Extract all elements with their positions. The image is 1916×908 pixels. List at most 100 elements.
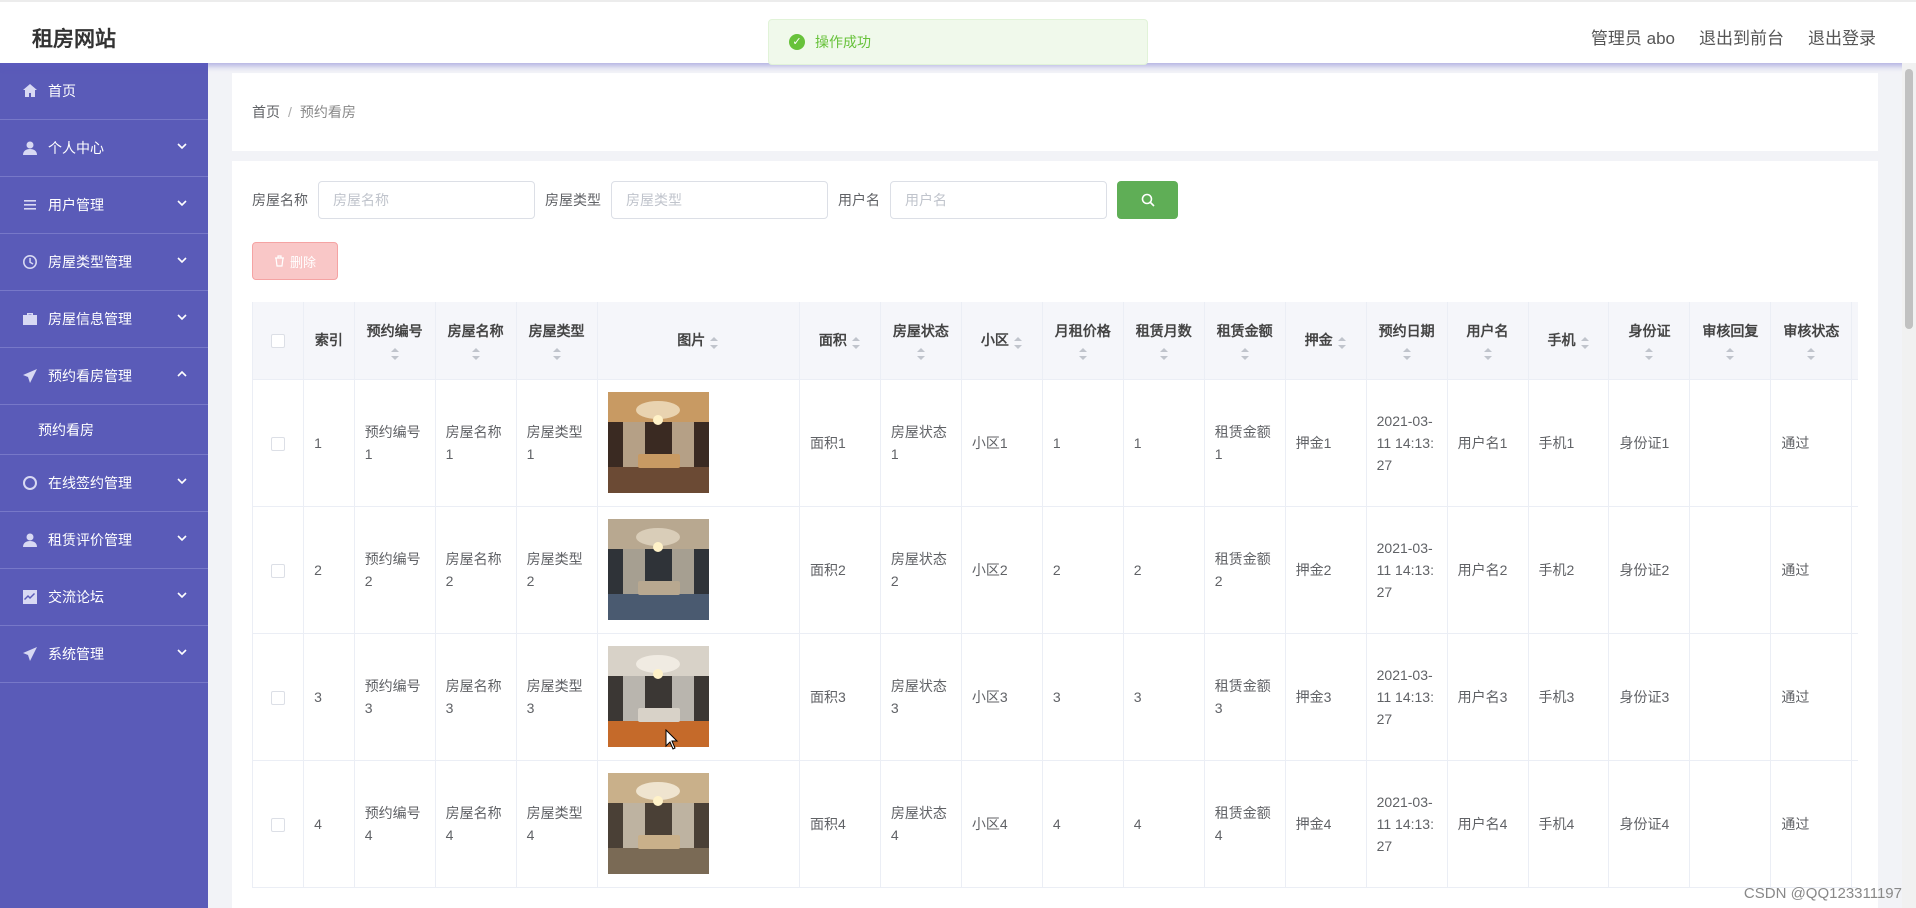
column-header-label: 房屋类型 (528, 323, 585, 340)
delete-button[interactable]: 删除 (252, 242, 338, 280)
sidebar-item-0[interactable]: 首页 (0, 63, 208, 120)
sort-icon[interactable] (471, 347, 481, 361)
cell-name: 房屋名称3 (435, 633, 517, 761)
column-header[interactable]: 审核状态 (1770, 302, 1853, 380)
logout-link[interactable]: 退出登录 (1808, 24, 1876, 49)
column-header[interactable]: 租赁金额 (1204, 302, 1286, 380)
cell-audit: 通过 (1770, 633, 1853, 761)
sort-icon[interactable] (1337, 336, 1347, 349)
sidebar-item-4[interactable]: 房屋信息管理 (0, 291, 208, 348)
room-photo[interactable] (607, 773, 709, 874)
column-header[interactable]: 预约日期 (1366, 302, 1448, 380)
sidebar-item-7[interactable]: 租赁评价管理 (0, 512, 208, 569)
column-header[interactable]: 身份证 (1608, 302, 1691, 380)
column-header-label: 房屋状态 (892, 323, 949, 340)
column-header[interactable]: 房屋名称 (435, 302, 517, 380)
cell-months: 2 (1123, 506, 1205, 634)
sidebar-item-6[interactable]: 在线签约管理 (0, 455, 208, 512)
sort-icon[interactable] (1240, 347, 1250, 361)
column-header[interactable]: 房屋状态 (880, 302, 962, 380)
room-photo[interactable] (607, 519, 709, 620)
trash-icon (274, 255, 284, 267)
row-checkbox[interactable] (271, 690, 286, 705)
sort-icon[interactable] (552, 347, 562, 361)
cell-price: 4 (1042, 760, 1124, 888)
column-header[interactable]: 审核回复 (1689, 302, 1772, 380)
row-checkbox[interactable] (271, 436, 286, 451)
cell-price: 3 (1042, 633, 1124, 761)
house-name-label: 房屋名称 (252, 192, 308, 208)
column-header[interactable]: 房屋类型 (516, 302, 598, 380)
sort-icon[interactable] (709, 336, 719, 349)
column-header[interactable]: 用户名 (1447, 302, 1529, 380)
cell-picture (597, 379, 800, 507)
cell-price: 1 (1042, 379, 1124, 507)
exit-to-front-link[interactable]: 退出到前台 (1699, 24, 1784, 49)
column-header[interactable]: 月租价格 (1042, 302, 1124, 380)
column-header[interactable]: 押金 (1285, 302, 1367, 380)
column-header[interactable]: 手机 (1528, 302, 1610, 380)
sort-icon[interactable] (1402, 347, 1412, 361)
room-photo[interactable] (607, 392, 709, 493)
cell-idx: 3 (303, 633, 355, 761)
row-checkbox[interactable] (271, 817, 286, 832)
sort-icon[interactable] (1580, 336, 1590, 349)
booking-table: 索引 预约编号 房屋名称 房屋类型 图片 面积 房屋状态 小区 月租价格 租赁月数 租赁金额 押金 预约… (252, 302, 1858, 888)
table-row: 2 预约编号2 房屋名称2 房屋类型2 面积2 房屋状态2 小区2 2 2 租赁金额2 押金2 202… (253, 506, 1858, 634)
sort-icon[interactable] (851, 336, 861, 349)
cell-actions (1851, 379, 1858, 507)
sort-icon[interactable] (1078, 347, 1088, 361)
watermark: CSDN @QQ123311197 (1743, 885, 1902, 902)
column-header[interactable]: 租赁月数 (1123, 302, 1205, 380)
sidebar-item-5[interactable]: 预约看房管理 (0, 348, 208, 405)
success-toast: ✓ 操作成功 (768, 19, 1148, 65)
sort-icon[interactable] (1013, 336, 1023, 349)
check-circle-icon: ✓ (789, 34, 805, 50)
sort-icon[interactable] (1159, 347, 1169, 361)
column-header-label: 房屋名称 (447, 323, 504, 340)
search-bar: 房屋名称 房屋类型 用户名 (252, 181, 1858, 219)
sort-icon[interactable] (390, 347, 400, 361)
cell-phone: 手机3 (1528, 633, 1610, 761)
page-scrollbar[interactable] (1902, 63, 1916, 908)
house-name-input[interactable] (318, 181, 535, 219)
column-header: 审 (1851, 302, 1858, 380)
sort-icon[interactable] (1483, 347, 1493, 361)
column-header-label: 用户名 (1466, 323, 1509, 340)
sidebar-item-1[interactable]: 个人中心 (0, 120, 208, 177)
sidebar-item-label: 个人中心 (48, 140, 104, 156)
row-checkbox[interactable] (271, 563, 286, 578)
circle-icon (23, 476, 37, 490)
sort-icon[interactable] (1725, 347, 1735, 361)
column-header[interactable]: 图片 (597, 302, 800, 380)
cell-area: 面积3 (799, 633, 881, 761)
sidebar-item-8[interactable]: 交流论坛 (0, 569, 208, 626)
sidebar-subitem-booking[interactable]: 预约看房 (0, 405, 208, 455)
scrollbar-thumb[interactable] (1905, 69, 1913, 329)
sidebar-item-3[interactable]: 房屋类型管理 (0, 234, 208, 291)
breadcrumb-home[interactable]: 首页 (252, 102, 280, 122)
sort-icon[interactable] (1644, 347, 1654, 361)
cell-code: 预约编号1 (354, 379, 436, 507)
username-input[interactable] (890, 181, 1107, 219)
room-photo[interactable] (607, 646, 709, 747)
chevron-down-icon (177, 649, 187, 656)
cell-months: 3 (1123, 633, 1205, 761)
sidebar-item-2[interactable]: 用户管理 (0, 177, 208, 234)
cell-amount: 租赁金额2 (1204, 506, 1286, 634)
column-header[interactable]: 面积 (799, 302, 881, 380)
sidebar-item-9[interactable]: 系统管理 (0, 626, 208, 683)
sidebar-subitem-label: 预约看房 (38, 421, 94, 438)
cell-phone: 手机1 (1528, 379, 1610, 507)
column-header[interactable]: 预约编号 (354, 302, 436, 380)
column-header-label: 图片 (677, 332, 706, 349)
cell-idcard: 身份证3 (1608, 633, 1691, 761)
column-header[interactable]: 小区 (961, 302, 1043, 380)
select-all-checkbox[interactable] (271, 334, 286, 349)
sort-icon[interactable] (1806, 347, 1816, 361)
search-button[interactable] (1117, 181, 1178, 219)
sidebar-item-label: 交流论坛 (48, 589, 104, 605)
house-type-input[interactable] (611, 181, 828, 219)
cell-picture (597, 633, 800, 761)
sort-icon[interactable] (916, 347, 926, 361)
